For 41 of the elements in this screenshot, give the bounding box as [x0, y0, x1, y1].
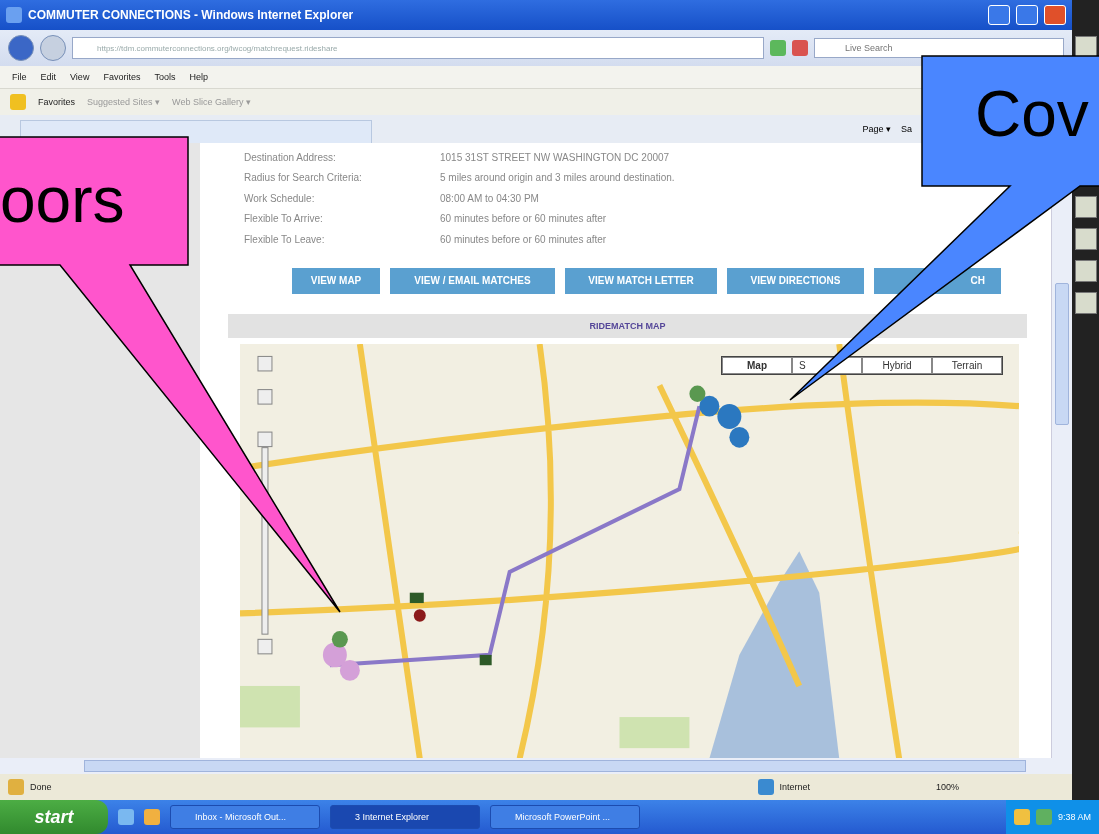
menu-item[interactable]: Tools — [154, 72, 176, 82]
callout-text: oors — [0, 168, 125, 232]
menu-item[interactable]: Edit — [40, 72, 57, 82]
map-type-button[interactable]: Hybrid — [862, 356, 932, 374]
field-label: Flexible To Leave: — [243, 233, 326, 245]
menu-item[interactable]: View — [70, 72, 90, 82]
field-label: Radius for Search Criteria: — [243, 172, 363, 184]
taskbar-button[interactable]: Inbox - Microsoft Out... — [170, 805, 320, 829]
close-button[interactable] — [1044, 5, 1066, 25]
map-type-button[interactable]: Map — [722, 356, 792, 374]
field-label: Destination Address: — [243, 151, 337, 163]
taskbar-button[interactable]: Microsoft PowerPoint ... — [490, 805, 640, 829]
zone-text: Internet — [779, 782, 811, 792]
search-field[interactable]: Live Search — [814, 38, 1064, 58]
maximize-button[interactable] — [1016, 5, 1038, 25]
field-label: Flexible To Arrive: — [243, 213, 324, 225]
start-button[interactable]: start — [0, 800, 108, 834]
field-value: 1015 31ST STREET NW WASHINGTON DC 20007 — [440, 151, 670, 163]
forward-button[interactable] — [40, 35, 66, 61]
menu-item[interactable]: File — [12, 72, 27, 82]
favorites-link[interactable]: Favorites — [38, 97, 75, 107]
field-value: 60 minutes before or 60 minutes after — [440, 233, 607, 245]
section-header: RIDEMATCH MAP — [228, 313, 1027, 338]
zoom-level[interactable]: 100% — [936, 782, 960, 792]
clock: 9:38 AM — [1057, 812, 1091, 822]
map-type-button[interactable]: Terrain — [932, 356, 1002, 374]
status-text: Done — [30, 782, 52, 792]
field-value: 60 minutes before or 60 minutes after — [440, 213, 607, 225]
taskbar-button[interactable]: 3 Internet Explorer — [330, 805, 480, 829]
safety-menu[interactable]: Sa — [901, 124, 912, 134]
horizontal-scrollbar[interactable] — [0, 758, 1072, 774]
field-value: 08:00 AM to 04:30 PM — [440, 192, 539, 204]
back-button[interactable] — [8, 35, 34, 61]
menu-item[interactable]: Help — [189, 72, 208, 82]
window-title: COMMUTER CONNECTIONS - Windows Internet Explorer — [28, 8, 355, 22]
menu-item[interactable]: Favorites — [103, 72, 141, 82]
page-menu[interactable]: Page ▾ — [862, 124, 891, 134]
callout-text: Cov — [975, 82, 1089, 146]
field-label: Work Schedule: — [243, 192, 316, 204]
minimize-button[interactable] — [988, 5, 1010, 25]
field-value: 5 miles around origin and 3 miles around destination. — [440, 172, 675, 184]
